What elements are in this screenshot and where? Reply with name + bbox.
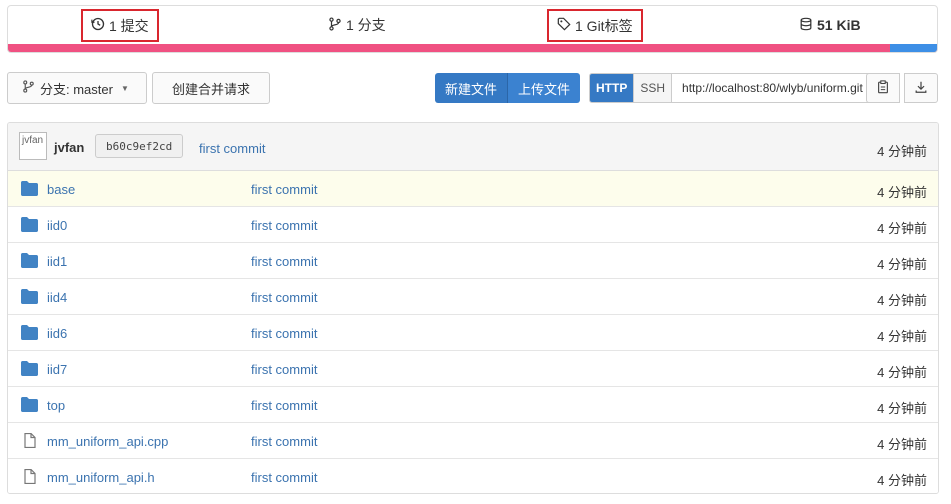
size-stat: 51 KiB — [799, 6, 861, 44]
tags-count: 1 Git标签 — [575, 17, 633, 34]
file-name-link[interactable]: mm_uniform_api.h — [47, 470, 155, 485]
file-row: iid1 first commit 4 分钟前 — [8, 243, 938, 279]
branches-count: 1 分支 — [346, 17, 386, 33]
commits-count: 1 提交 — [109, 17, 149, 34]
author-avatar-alt: jvfan — [22, 135, 44, 146]
file-row: iid6 first commit 4 分钟前 — [8, 315, 938, 351]
file-commit-time: 4 分钟前 — [877, 437, 927, 452]
file-row: iid0 first commit 4 分钟前 — [8, 207, 938, 243]
file-action-group: 新建文件 上传文件 — [435, 73, 581, 103]
commit-author[interactable]: jvfan — [54, 140, 84, 155]
tag-icon — [557, 17, 571, 34]
file-commit-message-link[interactable]: first commit — [251, 362, 317, 377]
repo-stats-bar: 1 提交 1 分支 1 Git标签 51 KiB — [7, 5, 938, 53]
tags-stat-link[interactable]: 1 Git标签 — [547, 9, 643, 42]
download-icon — [914, 80, 928, 97]
folder-icon — [21, 253, 38, 268]
file-commit-message-link[interactable]: first commit — [251, 470, 317, 485]
author-avatar[interactable]: jvfan — [19, 132, 47, 160]
file-commit-message-link[interactable]: first commit — [251, 398, 317, 413]
new-pull-request-button[interactable]: 创建合并请求 — [152, 72, 270, 104]
file-row: top first commit 4 分钟前 — [8, 387, 938, 423]
file-row: iid4 first commit 4 分钟前 — [8, 279, 938, 315]
file-name-link[interactable]: iid7 — [47, 362, 67, 377]
upload-file-button[interactable]: 上传文件 — [508, 73, 581, 103]
clone-url-input[interactable]: http://localhost:80/wlyb/uniform.git — [672, 74, 874, 102]
file-commit-message-link[interactable]: first commit — [251, 326, 317, 341]
file-commit-message-link[interactable]: first commit — [251, 434, 317, 449]
file-row: base first commit 4 分钟前 — [8, 171, 938, 207]
clipboard-icon — [876, 79, 890, 97]
file-commit-time: 4 分钟前 — [877, 257, 927, 272]
file-commit-time: 4 分钟前 — [877, 293, 927, 308]
file-commit-time: 4 分钟前 — [877, 365, 927, 380]
folder-icon — [21, 397, 38, 412]
folder-icon — [21, 181, 38, 196]
branch-dropdown[interactable]: 分支: master ▼ — [7, 72, 147, 104]
file-row: mm_uniform_api.h first commit 4 分钟前 — [8, 459, 938, 493]
file-commit-time: 4 分钟前 — [877, 221, 927, 236]
folder-icon — [21, 361, 38, 376]
file-commit-time: 4 分钟前 — [877, 473, 927, 488]
history-icon — [91, 17, 105, 34]
branch-dropdown-label: 分支: master — [40, 81, 113, 97]
file-commit-time: 4 分钟前 — [877, 329, 927, 344]
copy-url-button[interactable] — [866, 73, 900, 103]
file-name-link[interactable]: base — [47, 182, 75, 197]
file-row: iid7 first commit 4 分钟前 — [8, 351, 938, 387]
file-name-link[interactable]: iid0 — [47, 218, 67, 233]
repo-size: 51 KiB — [817, 17, 861, 33]
http-clone-tab[interactable]: HTTP — [590, 74, 635, 102]
file-name-link[interactable]: top — [47, 398, 65, 413]
database-icon — [799, 17, 813, 34]
ssh-clone-tab[interactable]: SSH — [634, 74, 673, 102]
language-bar-secondary — [890, 44, 937, 52]
file-row: mm_uniform_api.cpp first commit 4 分钟前 — [8, 423, 938, 459]
file-icon — [21, 468, 38, 485]
branches-stat-link[interactable]: 1 分支 — [328, 6, 386, 44]
file-commit-time: 4 分钟前 — [877, 401, 927, 416]
language-bar — [8, 44, 937, 52]
folder-icon — [21, 325, 38, 340]
file-name-link[interactable]: iid1 — [47, 254, 67, 269]
file-commit-message-link[interactable]: first commit — [251, 218, 317, 233]
new-file-button[interactable]: 新建文件 — [435, 73, 509, 103]
file-table: jvfan jvfan b60c9ef2cd first commit 4 分钟… — [7, 122, 939, 494]
caret-down-icon: ▼ — [120, 83, 129, 93]
git-branch-icon — [328, 16, 342, 34]
file-commit-message-link[interactable]: first commit — [251, 290, 317, 305]
file-commit-time: 4 分钟前 — [877, 185, 927, 200]
commit-time: 4 分钟前 — [877, 144, 927, 159]
clone-url-group: HTTP SSH http://localhost:80/wlyb/unifor… — [589, 73, 875, 103]
file-name-link[interactable]: iid4 — [47, 290, 67, 305]
commit-sha-button[interactable]: b60c9ef2cd — [95, 134, 184, 158]
commits-stat-link[interactable]: 1 提交 — [81, 9, 159, 42]
file-name-link[interactable]: iid6 — [47, 326, 67, 341]
file-commit-message-link[interactable]: first commit — [251, 254, 317, 269]
latest-commit-header: jvfan jvfan b60c9ef2cd first commit 4 分钟… — [8, 123, 938, 171]
git-branch-icon — [22, 80, 35, 96]
file-commit-message-link[interactable]: first commit — [251, 182, 317, 197]
folder-icon — [21, 217, 38, 232]
commit-message-link[interactable]: first commit — [199, 141, 265, 156]
download-archive-button[interactable] — [904, 73, 938, 103]
file-icon — [21, 432, 38, 449]
repo-stats-row: 1 提交 1 分支 1 Git标签 51 KiB — [8, 6, 937, 44]
folder-icon — [21, 289, 38, 304]
file-name-link[interactable]: mm_uniform_api.cpp — [47, 434, 168, 449]
